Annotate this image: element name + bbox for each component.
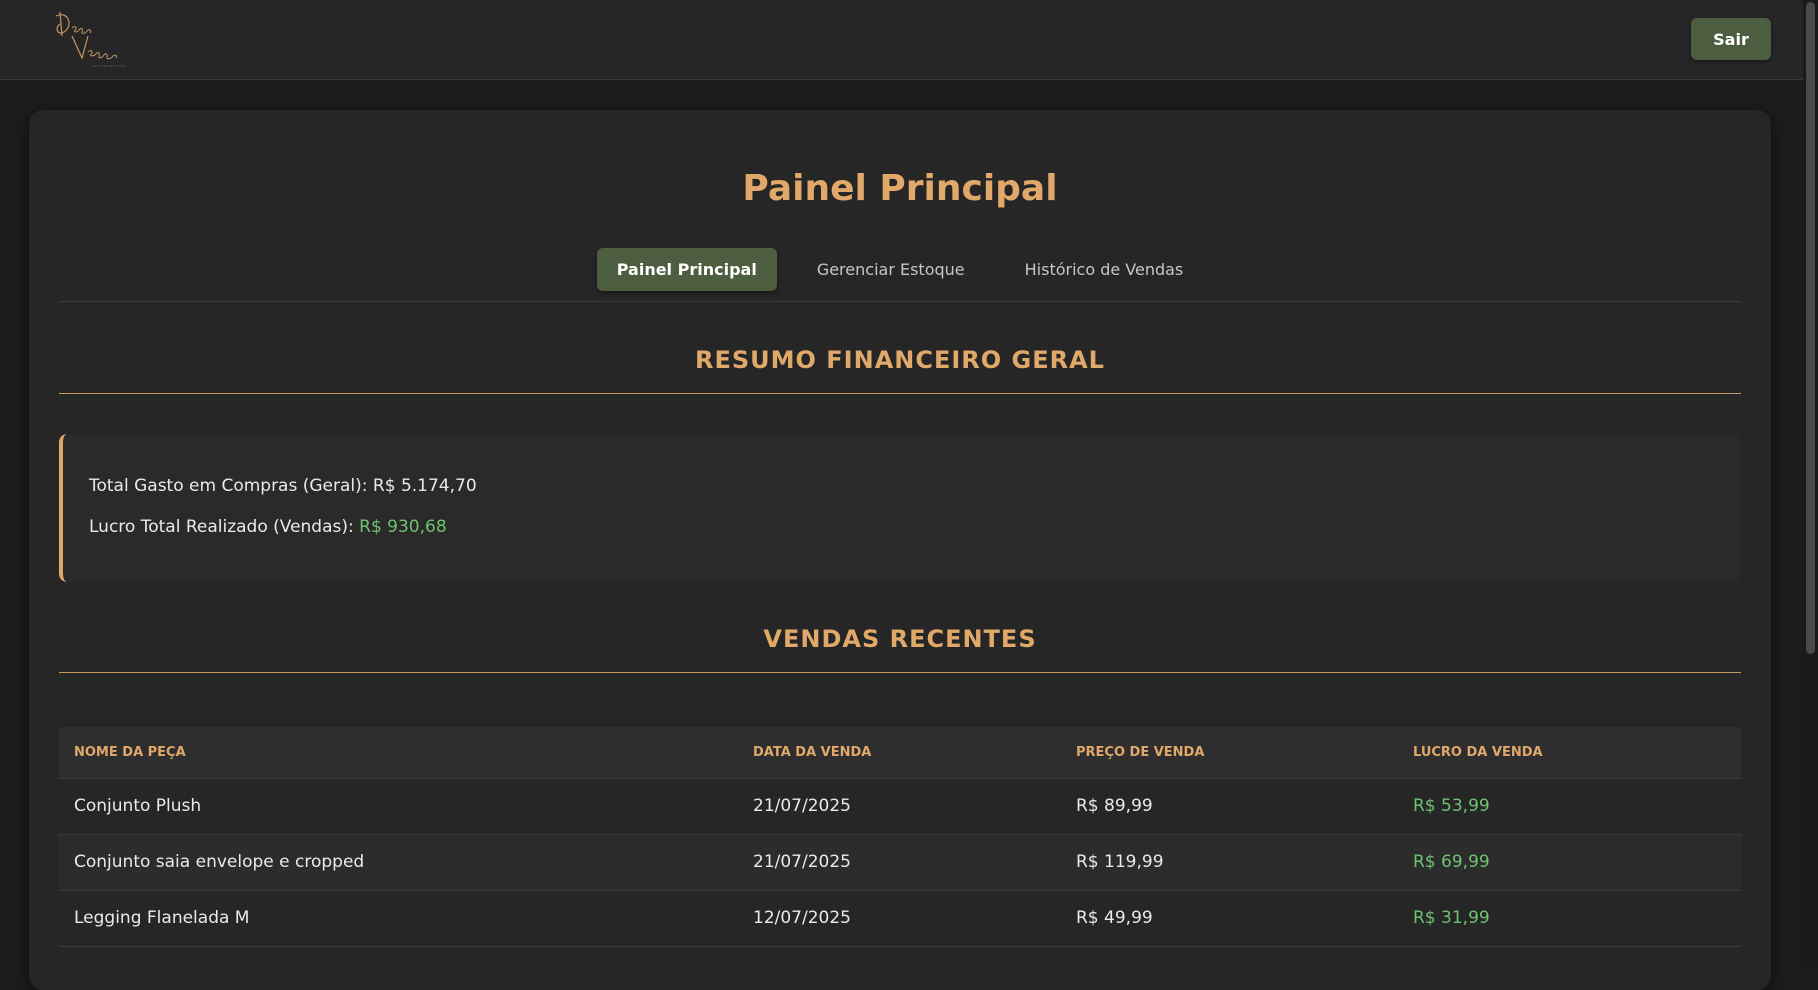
total-spent-line: Total Gasto em Compras (Geral): R$ 5.174… [89,476,477,496]
tabs-divider [59,301,1741,302]
tab-gerenciar-estoque[interactable]: Gerenciar Estoque [797,248,985,291]
sale-profit: R$ 53,99 [1398,778,1741,835]
scrollbar-thumb[interactable] [1806,2,1815,654]
logout-button[interactable]: Sair [1691,18,1771,60]
sale-item-name: Legging Flanelada M [59,890,738,947]
sale-date: 21/07/2025 [738,778,1061,835]
top-bar: Sair [0,0,1803,80]
column-header-profit: LUCRO DA VENDA [1398,727,1741,779]
column-header-price: PREÇO DE VENDA [1061,727,1398,779]
sale-price: R$ 89,99 [1061,778,1398,835]
page-title: Painel Principal [742,168,1058,209]
column-header-name: NOME DA PEÇA [59,727,738,779]
summary-section-title: RESUMO FINANCEIRO GERAL [695,346,1105,374]
sale-date: 12/07/2025 [738,890,1061,947]
main-tabs: Painel Principal Gerenciar Estoque Histó… [29,248,1771,291]
total-profit-line: Lucro Total Realizado (Vendas): R$ 930,6… [89,517,447,537]
sale-price: R$ 49,99 [1061,890,1398,947]
dashboard-card: Painel Principal Painel Principal Gerenc… [29,110,1771,990]
sale-price: R$ 119,99 [1061,834,1398,891]
sale-item-name: Conjunto saia envelope e cropped [59,834,738,891]
total-spent-value: R$ 5.174,70 [372,476,477,496]
total-profit-value: R$ 930,68 [359,517,447,537]
sale-profit: R$ 31,99 [1398,890,1741,947]
total-spent-label: Total Gasto em Compras (Geral): [89,476,368,496]
recent-sales-section-title: VENDAS RECENTES [763,625,1037,653]
sale-date: 21/07/2025 [738,834,1061,891]
recent-sales-table: NOME DA PEÇA DATA DA VENDA PREÇO DE VEND… [59,727,1741,947]
recent-sales-section-divider [59,672,1741,673]
table-row: Conjunto Plush 21/07/2025 R$ 89,99 R$ 53… [59,778,1741,835]
tab-historico-vendas[interactable]: Histórico de Vendas [1005,248,1204,291]
sale-item-name: Conjunto Plush [59,778,738,835]
column-header-date: DATA DA VENDA [738,727,1061,779]
summary-section-divider [59,393,1741,394]
financial-summary-box: Total Gasto em Compras (Geral): R$ 5.174… [59,434,1741,582]
table-row: Legging Flanelada M 12/07/2025 R$ 49,99 … [59,890,1741,947]
table-header-row: NOME DA PEÇA DATA DA VENDA PREÇO DE VEND… [59,727,1741,779]
tab-painel-principal[interactable]: Painel Principal [596,248,777,291]
brand-logo[interactable] [48,6,132,72]
sale-profit: R$ 69,99 [1398,834,1741,891]
total-profit-label: Lucro Total Realizado (Vendas): [89,517,354,537]
table-row: Conjunto saia envelope e cropped 21/07/2… [59,834,1741,891]
